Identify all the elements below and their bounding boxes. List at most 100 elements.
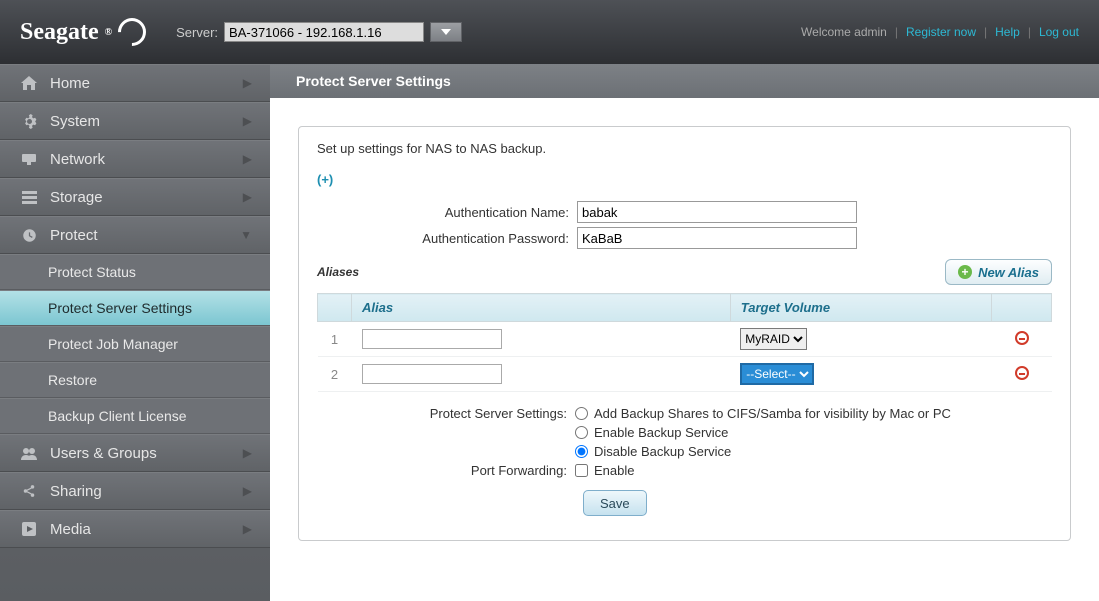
sidebar-label: Protect: [50, 227, 240, 244]
delete-alias-icon[interactable]: [1015, 366, 1029, 380]
chevron-right-icon: ▶: [243, 484, 252, 498]
table-row: 1 MyRAID: [318, 322, 1052, 357]
sidebar-item-protect[interactable]: Protect ▼: [0, 216, 270, 254]
sidebar-label: Users & Groups: [50, 445, 243, 462]
page-title-bar: Protect Server Settings: [270, 64, 1099, 98]
server-value-input[interactable]: [224, 22, 424, 42]
main-content: Protect Server Settings Set up settings …: [270, 64, 1099, 601]
media-icon: [18, 522, 40, 536]
help-link[interactable]: Help: [995, 25, 1020, 39]
chevron-down-icon: [441, 29, 451, 35]
protect-settings-label: Protect Server Settings:: [317, 406, 575, 421]
plus-icon: +: [958, 265, 972, 279]
auth-pass-row: Authentication Password:: [317, 227, 1052, 249]
sidebar-item-network[interactable]: Network ▶: [0, 140, 270, 178]
sidebar-item-sharing[interactable]: Sharing ▶: [0, 472, 270, 510]
new-alias-label: New Alias: [978, 265, 1039, 280]
sidebar-item-storage[interactable]: Storage ▶: [0, 178, 270, 216]
alias-input[interactable]: [362, 364, 502, 384]
sidebar: Home ▶ System ▶ Network ▶ Storage ▶: [0, 64, 270, 601]
target-volume-select[interactable]: MyRAID: [740, 328, 807, 350]
sidebar-item-home[interactable]: Home ▶: [0, 64, 270, 102]
check-label: Enable: [594, 463, 634, 478]
protect-settings-block: Protect Server Settings: Add Backup Shar…: [317, 406, 1052, 516]
auth-name-row: Authentication Name:: [317, 201, 1052, 223]
opt-label: Disable Backup Service: [594, 444, 731, 459]
sidebar-sub-backup-client-license[interactable]: Backup Client License: [0, 398, 270, 434]
alias-input[interactable]: [362, 329, 502, 349]
settings-panel: Set up settings for NAS to NAS backup. (…: [298, 126, 1071, 541]
opt-disable-service[interactable]: Disable Backup Service: [575, 444, 951, 459]
sidebar-sub-restore[interactable]: Restore: [0, 362, 270, 398]
col-actions: [992, 294, 1052, 322]
sub-label: Protect Status: [48, 264, 136, 280]
radio-add-shares[interactable]: [575, 407, 588, 420]
sidebar-item-system[interactable]: System ▶: [0, 102, 270, 140]
delete-alias-icon[interactable]: [1015, 331, 1029, 345]
panel-description: Set up settings for NAS to NAS backup.: [317, 141, 1052, 156]
register-link[interactable]: Register now: [906, 25, 976, 39]
sidebar-sub-protect-server-settings[interactable]: Protect Server Settings: [0, 290, 270, 326]
sidebar-item-media[interactable]: Media ▶: [0, 510, 270, 548]
port-forwarding-row: Port Forwarding: Enable: [317, 463, 1052, 478]
check-group: Enable: [575, 463, 634, 478]
target-volume-select[interactable]: --Select--: [740, 363, 814, 385]
chevron-right-icon: ▶: [243, 114, 252, 128]
new-alias-button[interactable]: + New Alias: [945, 259, 1052, 285]
col-alias: Alias: [352, 294, 731, 322]
alias-table: Alias Target Volume 1: [317, 293, 1052, 392]
registered-mark: ®: [105, 27, 112, 38]
page-title: Protect Server Settings: [296, 73, 451, 89]
chevron-right-icon: ▶: [243, 446, 252, 460]
chevron-right-icon: ▶: [243, 76, 252, 90]
sub-label: Protect Server Settings: [48, 300, 192, 316]
gear-icon: [18, 114, 40, 129]
sharing-icon: [18, 484, 40, 498]
protect-icon: [18, 228, 40, 243]
opt-add-shares[interactable]: Add Backup Shares to CIFS/Samba for visi…: [575, 406, 951, 421]
logout-link[interactable]: Log out: [1039, 25, 1079, 39]
auth-pass-input[interactable]: [577, 227, 857, 249]
auth-pass-label: Authentication Password:: [317, 231, 577, 246]
chevron-right-icon: ▶: [243, 152, 252, 166]
sidebar-item-users-groups[interactable]: Users & Groups ▶: [0, 434, 270, 472]
content-area: Set up settings for NAS to NAS backup. (…: [270, 98, 1099, 569]
server-dropdown-button[interactable]: [430, 22, 462, 42]
sidebar-sub-protect-job-manager[interactable]: Protect Job Manager: [0, 326, 270, 362]
checkbox-portfwd[interactable]: [575, 464, 588, 477]
users-icon: [18, 447, 40, 460]
separator: |: [1028, 25, 1031, 39]
radio-group: Add Backup Shares to CIFS/Samba for visi…: [575, 406, 951, 459]
sidebar-label: Media: [50, 521, 243, 538]
top-bar: Seagate® Server: Welcome admin | Registe…: [0, 0, 1099, 64]
brand-swirl-icon: [112, 12, 152, 52]
radio-enable[interactable]: [575, 426, 588, 439]
auth-name-label: Authentication Name:: [317, 205, 577, 220]
top-right-links: Welcome admin | Register now | Help | Lo…: [801, 25, 1079, 39]
port-forwarding-label: Port Forwarding:: [317, 463, 575, 478]
chevron-right-icon: ▶: [243, 190, 252, 204]
sidebar-label: Sharing: [50, 483, 243, 500]
opt-label: Add Backup Shares to CIFS/Samba for visi…: [594, 406, 951, 421]
col-target: Target Volume: [730, 294, 991, 322]
welcome-text: Welcome admin: [801, 25, 887, 39]
new-alias-wrapper: + New Alias: [945, 259, 1052, 285]
auth-name-input[interactable]: [577, 201, 857, 223]
col-num: [318, 294, 352, 322]
expand-toggle[interactable]: (+): [317, 172, 333, 187]
home-icon: [18, 76, 40, 90]
radio-disable[interactable]: [575, 445, 588, 458]
sidebar-sub-protect-status[interactable]: Protect Status: [0, 254, 270, 290]
opt-enable-service[interactable]: Enable Backup Service: [575, 425, 951, 440]
main-layout: Home ▶ System ▶ Network ▶ Storage ▶: [0, 64, 1099, 601]
chevron-right-icon: ▶: [243, 522, 252, 536]
portfwd-enable[interactable]: Enable: [575, 463, 634, 478]
aliases-header: Aliases + New Alias: [317, 259, 1052, 285]
network-icon: [18, 153, 40, 165]
sidebar-submenu-protect: Protect Status Protect Server Settings P…: [0, 254, 270, 434]
sidebar-label: Home: [50, 75, 243, 92]
sub-label: Backup Client License: [48, 408, 187, 424]
save-button[interactable]: Save: [583, 490, 647, 516]
sub-label: Restore: [48, 372, 97, 388]
sidebar-label: Network: [50, 151, 243, 168]
